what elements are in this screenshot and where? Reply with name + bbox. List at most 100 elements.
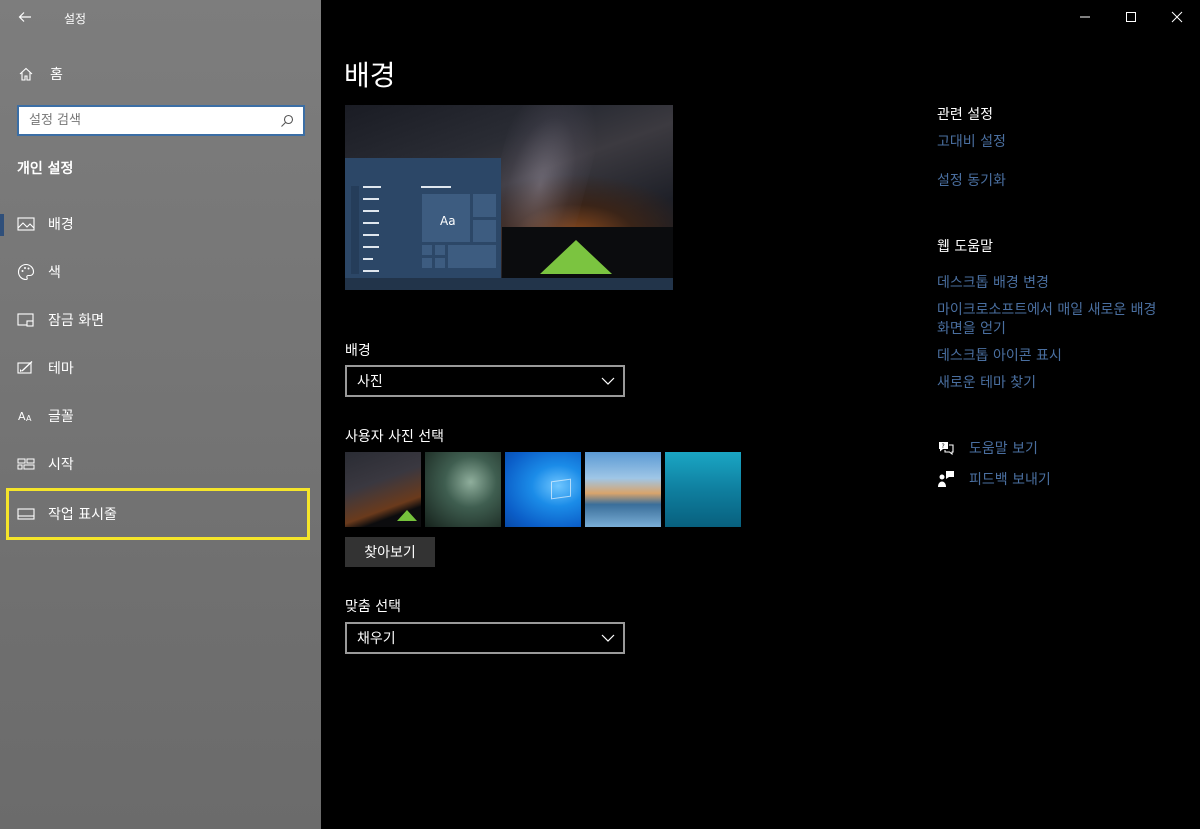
lock-screen-icon	[17, 311, 35, 329]
preview-tile: Aa	[421, 193, 471, 243]
fit-dropdown[interactable]: 채우기	[345, 622, 625, 654]
preview-tile	[472, 193, 497, 218]
choose-picture-label: 사용자 사진 선택	[345, 429, 445, 445]
back-button[interactable]	[10, 4, 40, 30]
preview-tile	[472, 219, 497, 243]
page-title: 배경	[344, 59, 396, 92]
maximize-icon	[1126, 12, 1136, 22]
search-input[interactable]	[19, 107, 279, 134]
preview-tile	[421, 257, 433, 269]
sidebar-item-theme[interactable]: 테마	[0, 344, 321, 392]
preview-taskbar	[345, 278, 673, 290]
preview-menu-line	[363, 258, 373, 260]
picture-thumbnail[interactable]	[345, 452, 421, 527]
find-themes-link[interactable]: 새로운 테마 찾기	[937, 372, 1036, 392]
preview-tiles: Aa	[421, 193, 498, 279]
background-dropdown[interactable]: 사진	[345, 365, 625, 397]
search-icon[interactable]	[279, 113, 295, 129]
daily-background-link-line2[interactable]: 화면을 얻기	[937, 318, 1006, 338]
sidebar-item-start[interactable]: 시작	[0, 440, 321, 488]
home-label: 홈	[50, 67, 63, 83]
start-icon	[17, 455, 35, 473]
picture-thumbnail[interactable]	[585, 452, 661, 527]
preview-start-rail	[351, 186, 359, 274]
sidebar-item-font[interactable]: AA 글꼴	[0, 392, 321, 440]
high-contrast-link[interactable]: 고대비 설정	[937, 131, 1006, 151]
windows-logo-icon	[551, 478, 571, 500]
window-controls	[1062, 0, 1200, 34]
sidebar-item-taskbar[interactable]: 작업 표시줄	[6, 488, 310, 540]
back-arrow-icon	[18, 12, 31, 22]
daily-background-link[interactable]: 마이크로소프트에서 매일 새로운 배경	[937, 299, 1156, 319]
desktop-preview: Aa	[345, 105, 673, 290]
sidebar-item-label: 테마	[48, 361, 74, 377]
sidebar-item-label: 색	[48, 265, 61, 281]
get-help-label: 도움말 보기	[969, 441, 1038, 457]
preview-menu-line	[363, 186, 381, 188]
related-settings-title: 관련 설정	[937, 107, 993, 123]
chevron-down-icon	[601, 631, 615, 645]
main-pane: 배경 Aa 배경 사진 사용자 사진 선택 찾아보기 맞춤 선택 채우기 관련 …	[321, 0, 1200, 829]
title-row: 설정	[0, 0, 321, 34]
sidebar-item-color[interactable]: 색	[0, 248, 321, 296]
sidebar-item-lock-screen[interactable]: 잠금 화면	[0, 296, 321, 344]
palette-icon	[17, 263, 35, 281]
section-title: 개인 설정	[17, 161, 74, 177]
search-box[interactable]	[17, 105, 305, 136]
preview-menu-line	[363, 198, 379, 200]
background-dropdown-value: 사진	[357, 374, 383, 390]
preview-start-menu: Aa	[345, 158, 501, 278]
get-help-row[interactable]: ? 도움말 보기	[937, 438, 1038, 458]
thumbnail-tent	[397, 510, 417, 521]
svg-text:A: A	[26, 414, 32, 423]
preview-tent	[540, 240, 612, 274]
home-icon	[18, 66, 34, 82]
preview-menu-line	[363, 270, 379, 272]
browse-button[interactable]: 찾아보기	[345, 537, 435, 567]
minimize-icon	[1080, 16, 1090, 18]
preview-menu-line	[421, 186, 451, 188]
preview-tile	[421, 244, 433, 256]
change-desktop-background-link[interactable]: 데스크톱 배경 변경	[937, 272, 1049, 292]
preview-tile	[434, 257, 446, 269]
sidebar: 설정 홈 개인 설정 배경 색 잠금 화면	[0, 0, 321, 829]
preview-menu-line	[363, 210, 379, 212]
preview-tile	[447, 244, 497, 269]
desktop-icons-link[interactable]: 데스크톱 아이콘 표시	[937, 345, 1062, 365]
feedback-icon	[937, 470, 955, 488]
close-button[interactable]	[1154, 0, 1200, 34]
sidebar-item-background[interactable]: 배경	[0, 200, 321, 248]
fit-dropdown-value: 채우기	[357, 631, 396, 647]
fit-label: 맞춤 선택	[345, 599, 401, 615]
preview-menu-line	[363, 246, 379, 248]
web-help-title: 웹 도움말	[937, 239, 993, 255]
app-title: 설정	[64, 12, 87, 26]
sidebar-item-label: 시작	[48, 457, 74, 473]
help-chat-icon: ?	[937, 439, 955, 457]
maximize-button[interactable]	[1108, 0, 1154, 34]
picture-thumbnail[interactable]	[425, 452, 501, 527]
background-label: 배경	[345, 343, 371, 359]
theme-icon	[17, 359, 35, 377]
preview-menu-line	[363, 234, 379, 236]
picture-icon	[17, 215, 35, 233]
picture-thumbnails	[345, 452, 741, 527]
taskbar-icon	[17, 505, 35, 523]
feedback-row[interactable]: 피드백 보내기	[937, 469, 1051, 489]
preview-tile	[434, 244, 446, 256]
sidebar-item-label: 잠금 화면	[48, 313, 104, 329]
chevron-down-icon	[601, 374, 615, 388]
feedback-label: 피드백 보내기	[969, 472, 1051, 488]
font-icon: AA	[17, 407, 35, 425]
sidebar-item-home[interactable]: 홈	[0, 58, 321, 90]
picture-thumbnail[interactable]	[665, 452, 741, 527]
preview-menu-line	[363, 222, 379, 224]
sidebar-item-label: 작업 표시줄	[48, 507, 117, 523]
svg-text:A: A	[18, 410, 26, 423]
sidebar-item-label: 배경	[48, 217, 74, 233]
nav-list: 배경 색 잠금 화면 테마 AA 글꼴 시작 작업 표시줄	[0, 200, 321, 540]
picture-thumbnail[interactable]	[505, 452, 581, 527]
sync-settings-link[interactable]: 설정 동기화	[937, 170, 1006, 190]
sidebar-item-label: 글꼴	[48, 409, 74, 425]
minimize-button[interactable]	[1062, 0, 1108, 34]
